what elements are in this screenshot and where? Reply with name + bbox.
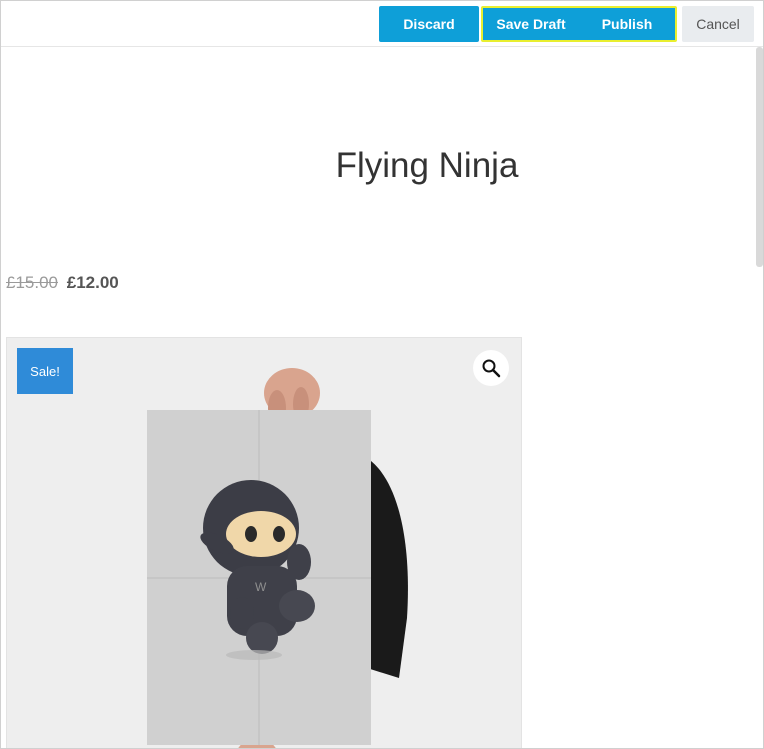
publish-button[interactable]: Publish bbox=[579, 16, 675, 32]
product-title: Flying Ninja bbox=[335, 146, 519, 185]
discard-button[interactable]: Discard bbox=[379, 6, 479, 42]
cancel-button[interactable]: Cancel bbox=[682, 6, 754, 42]
editor-frame: Discard Save Draft Publish Cancel Flying… bbox=[0, 0, 764, 749]
sale-price: £12.00 bbox=[66, 273, 119, 292]
zoom-button[interactable] bbox=[473, 350, 509, 386]
search-icon bbox=[482, 359, 501, 378]
product-price: £15.00 £12.00 bbox=[6, 273, 119, 293]
product-image[interactable]: W Sale! bbox=[6, 337, 522, 748]
ninja-poster-image: W bbox=[147, 368, 408, 748]
svg-text:W: W bbox=[255, 580, 267, 594]
top-toolbar: Discard Save Draft Publish Cancel bbox=[1, 1, 763, 47]
save-draft-button[interactable]: Save Draft bbox=[483, 16, 579, 32]
save-publish-button-group: Save Draft Publish bbox=[481, 6, 677, 42]
sale-badge: Sale! bbox=[17, 348, 73, 394]
old-price: £15.00 bbox=[6, 273, 58, 292]
